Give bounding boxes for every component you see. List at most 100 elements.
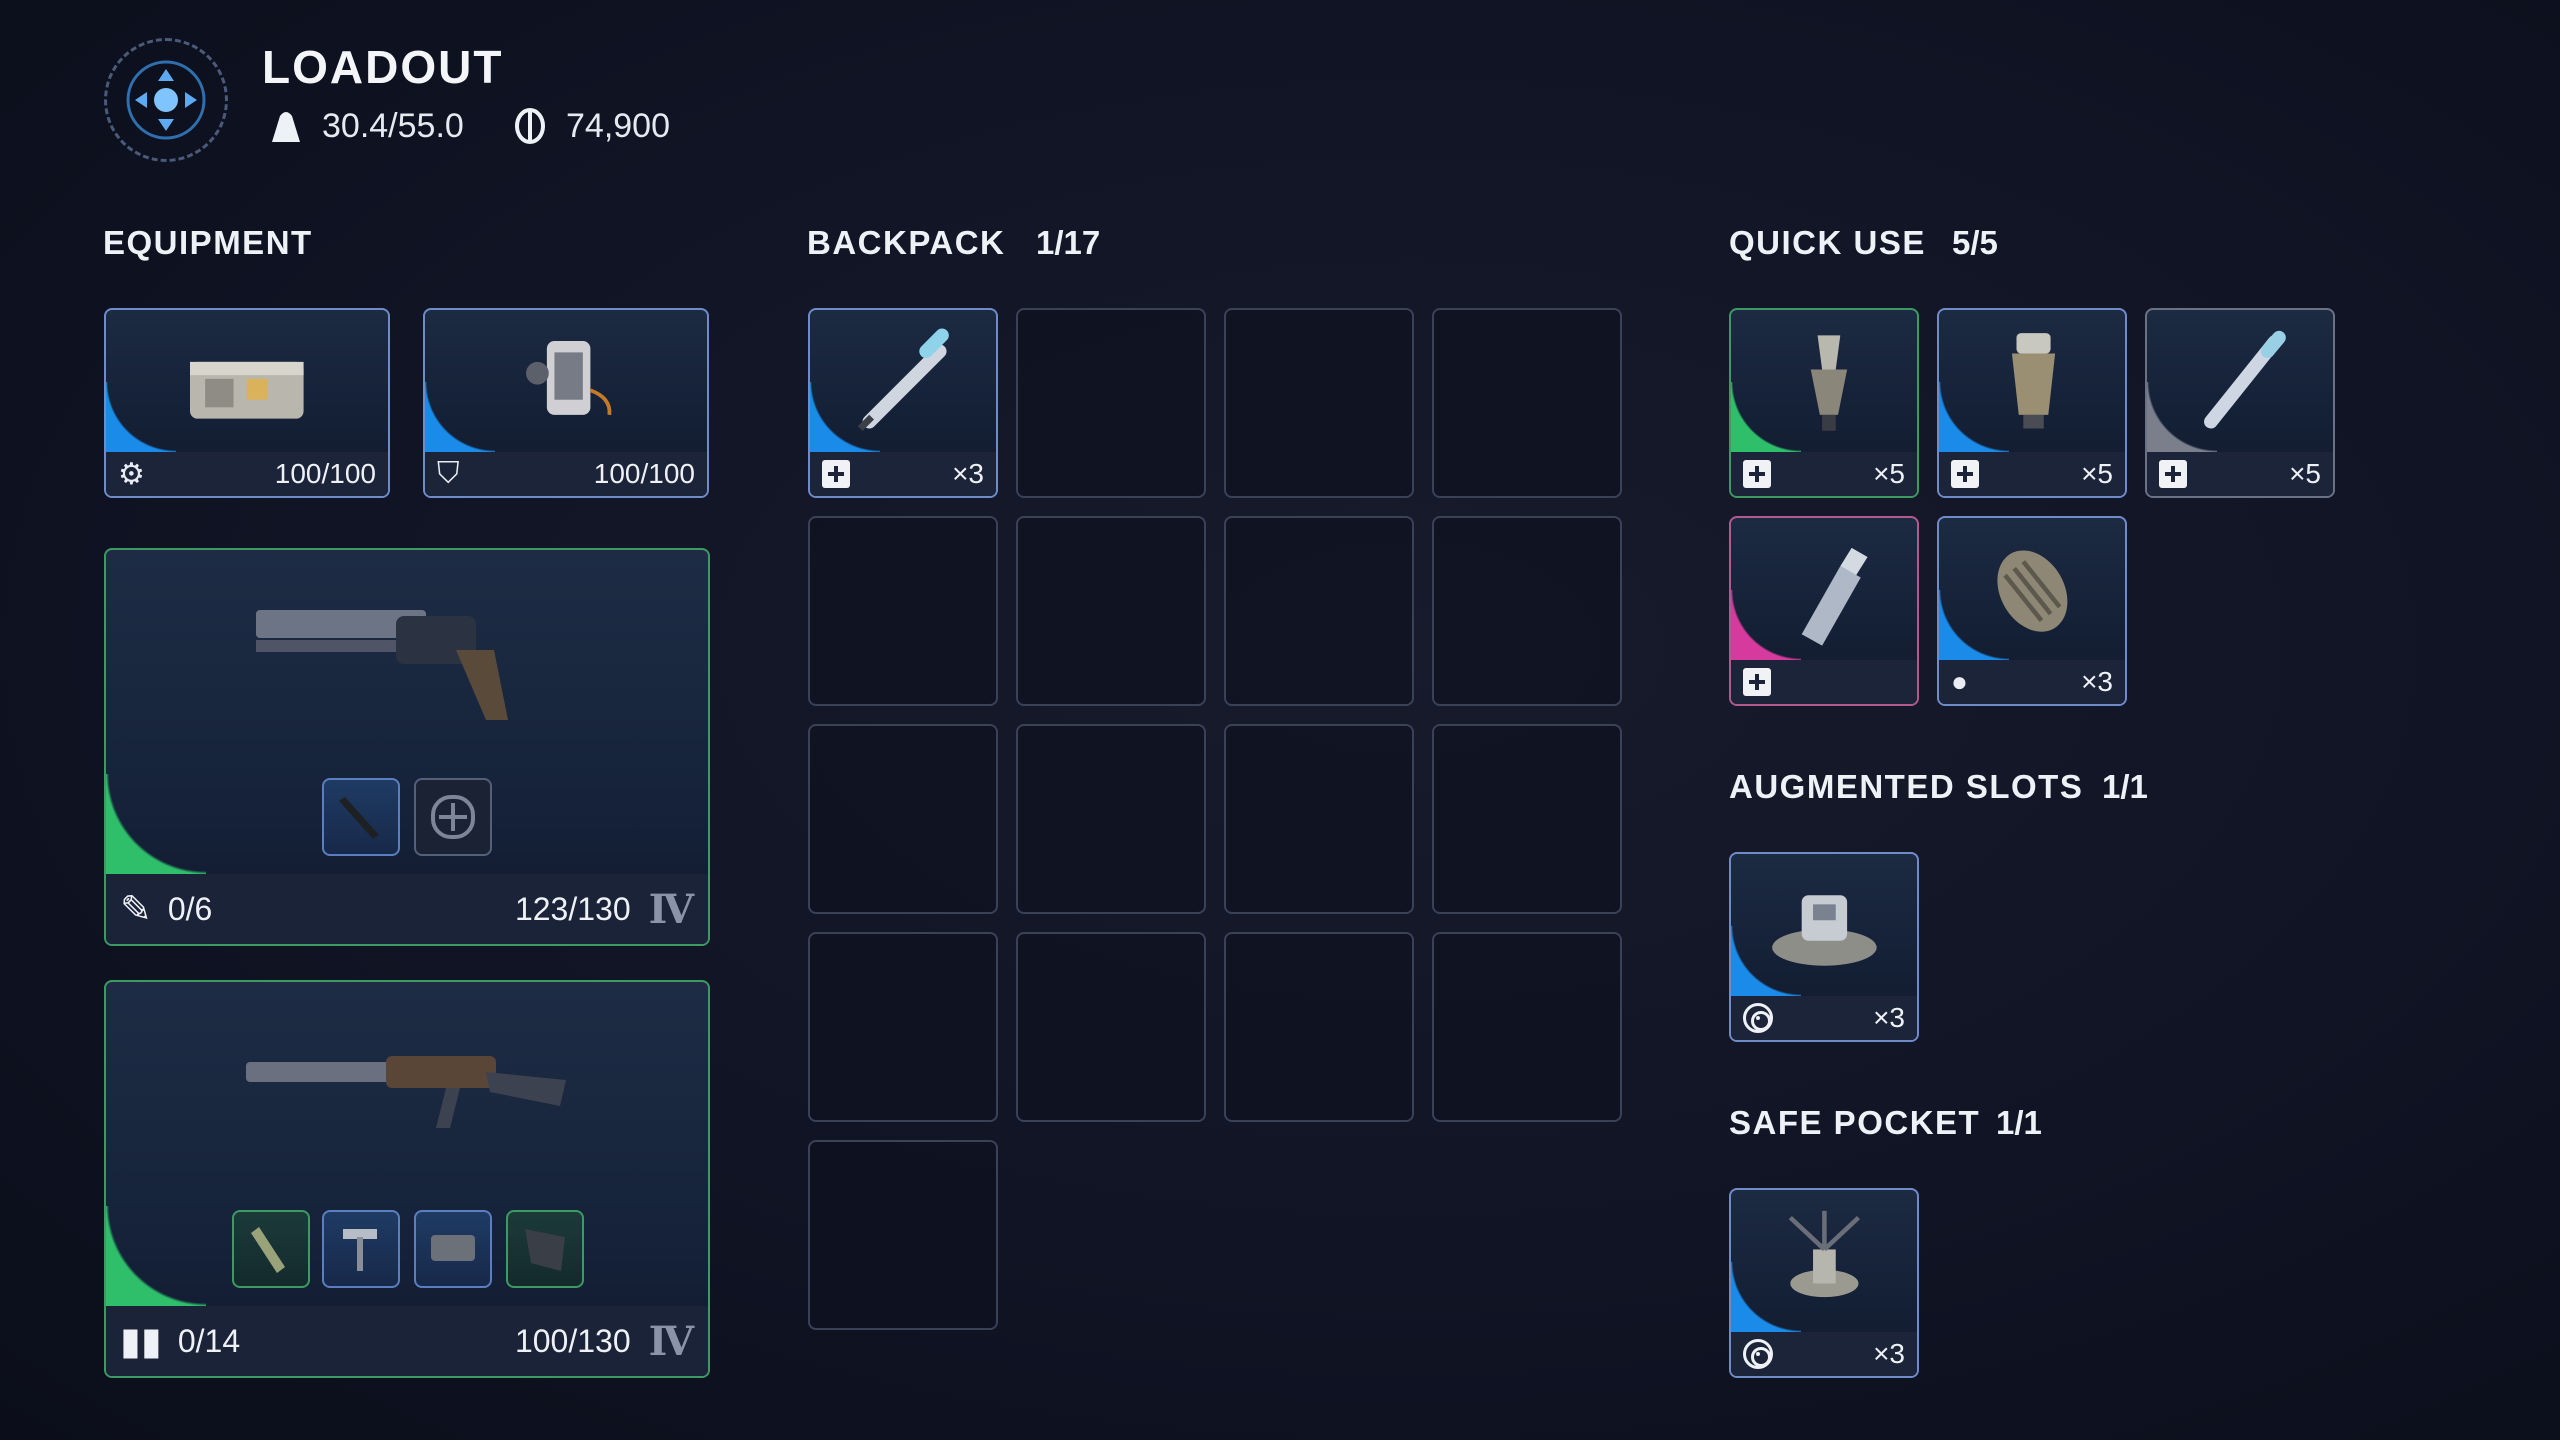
slot-footer: ⚙ 100/100	[106, 452, 388, 496]
backpack-slot-empty[interactable]	[1224, 308, 1414, 498]
durability: 123/130	[514, 890, 631, 927]
rarity-marker	[106, 1206, 206, 1306]
attachment-slot-4[interactable]	[506, 1210, 584, 1288]
backpack-slot-empty[interactable]	[1432, 308, 1622, 498]
backpack-slot-empty[interactable]	[1224, 724, 1414, 914]
quick-use-label: QUICK USE	[1729, 224, 1926, 261]
attachment-slot-empty[interactable]	[414, 778, 492, 856]
augment-icon: ⚙	[118, 457, 145, 491]
item-quantity: ×3	[2081, 666, 2113, 697]
backpack-slot-empty[interactable]	[1224, 516, 1414, 706]
weapon-footer: ▮▮ 0/14 100/130 Ⅳ	[106, 1306, 708, 1376]
slot-footer: ⛉ 100/100	[425, 452, 707, 496]
backpack-slot-empty[interactable]	[1224, 932, 1414, 1122]
magazine-icon: ▮▮	[120, 1320, 162, 1363]
quick-use-slot-5[interactable]: ● ×3	[1937, 516, 2127, 706]
backpack-slot-empty[interactable]	[1016, 932, 1206, 1122]
scope-attachment-icon	[431, 1235, 475, 1261]
equipment-slot-shield[interactable]: ⛉ 100/100	[423, 308, 709, 498]
mine-device-image	[1731, 854, 1917, 996]
quick-use-slot-1[interactable]: ×5	[1729, 308, 1919, 498]
backpack-slot-empty[interactable]	[808, 1140, 998, 1330]
stock-attachment-icon	[525, 1229, 565, 1271]
slot-footer	[1731, 660, 1917, 704]
attachment-slot-1[interactable]	[232, 1210, 310, 1288]
safe-pocket-slot-1[interactable]: ×3	[1729, 1188, 1919, 1378]
durability: 100/130	[514, 1322, 631, 1359]
barrel-attachment-icon	[251, 1227, 285, 1273]
item-quantity: ×3	[952, 458, 984, 489]
slot-footer: ×5	[2147, 452, 2333, 496]
backpack-slot-empty[interactable]	[1016, 724, 1206, 914]
backpack-slot-1[interactable]: ×3	[808, 308, 998, 498]
durability: 100/100	[274, 458, 376, 489]
attachment-slot-muzzle[interactable]	[322, 778, 400, 856]
weapon-footer: ✎ 0/6 123/130 Ⅳ	[106, 874, 708, 944]
item-quantity: ×5	[2289, 458, 2321, 489]
shield-image	[425, 310, 707, 452]
equipment-label: EQUIPMENT	[103, 224, 313, 261]
tier-badge: Ⅳ	[648, 885, 694, 933]
plus-icon	[1743, 668, 1771, 696]
loadout-logo-icon	[104, 38, 228, 162]
backpack-slot-empty[interactable]	[808, 724, 998, 914]
augmented-slot-1[interactable]: ×3	[1729, 852, 1919, 1042]
backpack-slot-empty[interactable]	[1016, 308, 1206, 498]
backpack-label: BACKPACK	[807, 224, 1006, 261]
weapon-slot-secondary[interactable]: ▮▮ 0/14 100/130 Ⅳ	[104, 980, 710, 1378]
augment-case-image	[106, 310, 388, 452]
page-title: LOADOUT	[262, 41, 504, 93]
augmented-slots-label: AUGMENTED SLOTS	[1729, 768, 2084, 805]
backpack-slot-empty[interactable]	[808, 932, 998, 1122]
quick-use-slot-2[interactable]: ×5	[1937, 308, 2127, 498]
equipment-slot-augment[interactable]: ⚙ 100/100	[104, 308, 390, 498]
syringe-image	[810, 310, 996, 452]
durability: 100/100	[593, 458, 695, 489]
item-quantity: ×5	[2081, 458, 2113, 489]
safe-pocket-label: SAFE POCKET	[1729, 1104, 1981, 1141]
ammo-count: 0/6	[167, 890, 213, 927]
slot-footer: ×5	[1939, 452, 2125, 496]
rarity-marker	[106, 774, 206, 874]
knife-attachment-icon	[339, 797, 379, 839]
hammer-attachment-icon	[343, 1229, 377, 1271]
quick-use-slot-3[interactable]: ×5	[2145, 308, 2335, 498]
stim-syringe-image	[2147, 310, 2333, 452]
slot-footer: ● ×3	[1939, 660, 2125, 704]
attachment-slot-2[interactable]	[322, 1210, 400, 1288]
safe-pocket-count: 1/1	[1996, 1104, 2042, 1141]
medkit-canister-image	[1939, 310, 2125, 452]
empty-attachment-icon	[431, 795, 475, 839]
quick-use-count: 5/5	[1952, 224, 1998, 261]
oxygen-bottle-image	[1731, 518, 1917, 660]
item-quantity: ×3	[1873, 1002, 1905, 1033]
slot-footer: ×5	[1731, 452, 1917, 496]
shield-icon: ⛉	[437, 457, 460, 490]
weight-icon	[272, 112, 300, 142]
revolver-image	[256, 610, 508, 720]
backpack-count: 1/17	[1036, 224, 1101, 261]
rifle-image	[246, 1056, 566, 1128]
backpack-slot-empty[interactable]	[1432, 724, 1622, 914]
target-icon	[1743, 1339, 1773, 1369]
tripod-device-image	[1731, 1190, 1917, 1332]
credits-stat: 74,900	[510, 106, 670, 146]
grenade-icon: ●	[1951, 666, 1968, 697]
weapon-slot-primary[interactable]: ✎ 0/6 123/130 Ⅳ	[104, 548, 710, 946]
quick-use-slot-4[interactable]	[1729, 516, 1919, 706]
backpack-slot-empty[interactable]	[1432, 516, 1622, 706]
backpack-slot-empty[interactable]	[1016, 516, 1206, 706]
backpack-slot-empty[interactable]	[1432, 932, 1622, 1122]
weight-stat: 30.4/55.0	[266, 106, 464, 146]
item-quantity: ×3	[1873, 1338, 1905, 1369]
plus-icon	[1951, 460, 1979, 488]
backpack-slot-empty[interactable]	[808, 516, 998, 706]
plus-icon	[822, 460, 850, 488]
credits-value: 74,900	[566, 106, 670, 145]
grenade-image	[1939, 518, 2125, 660]
slot-footer: ×3	[1731, 1332, 1917, 1376]
credits-icon	[515, 108, 545, 144]
attachment-slot-3[interactable]	[414, 1210, 492, 1288]
tier-badge: Ⅳ	[648, 1317, 694, 1365]
plus-icon	[1743, 460, 1771, 488]
